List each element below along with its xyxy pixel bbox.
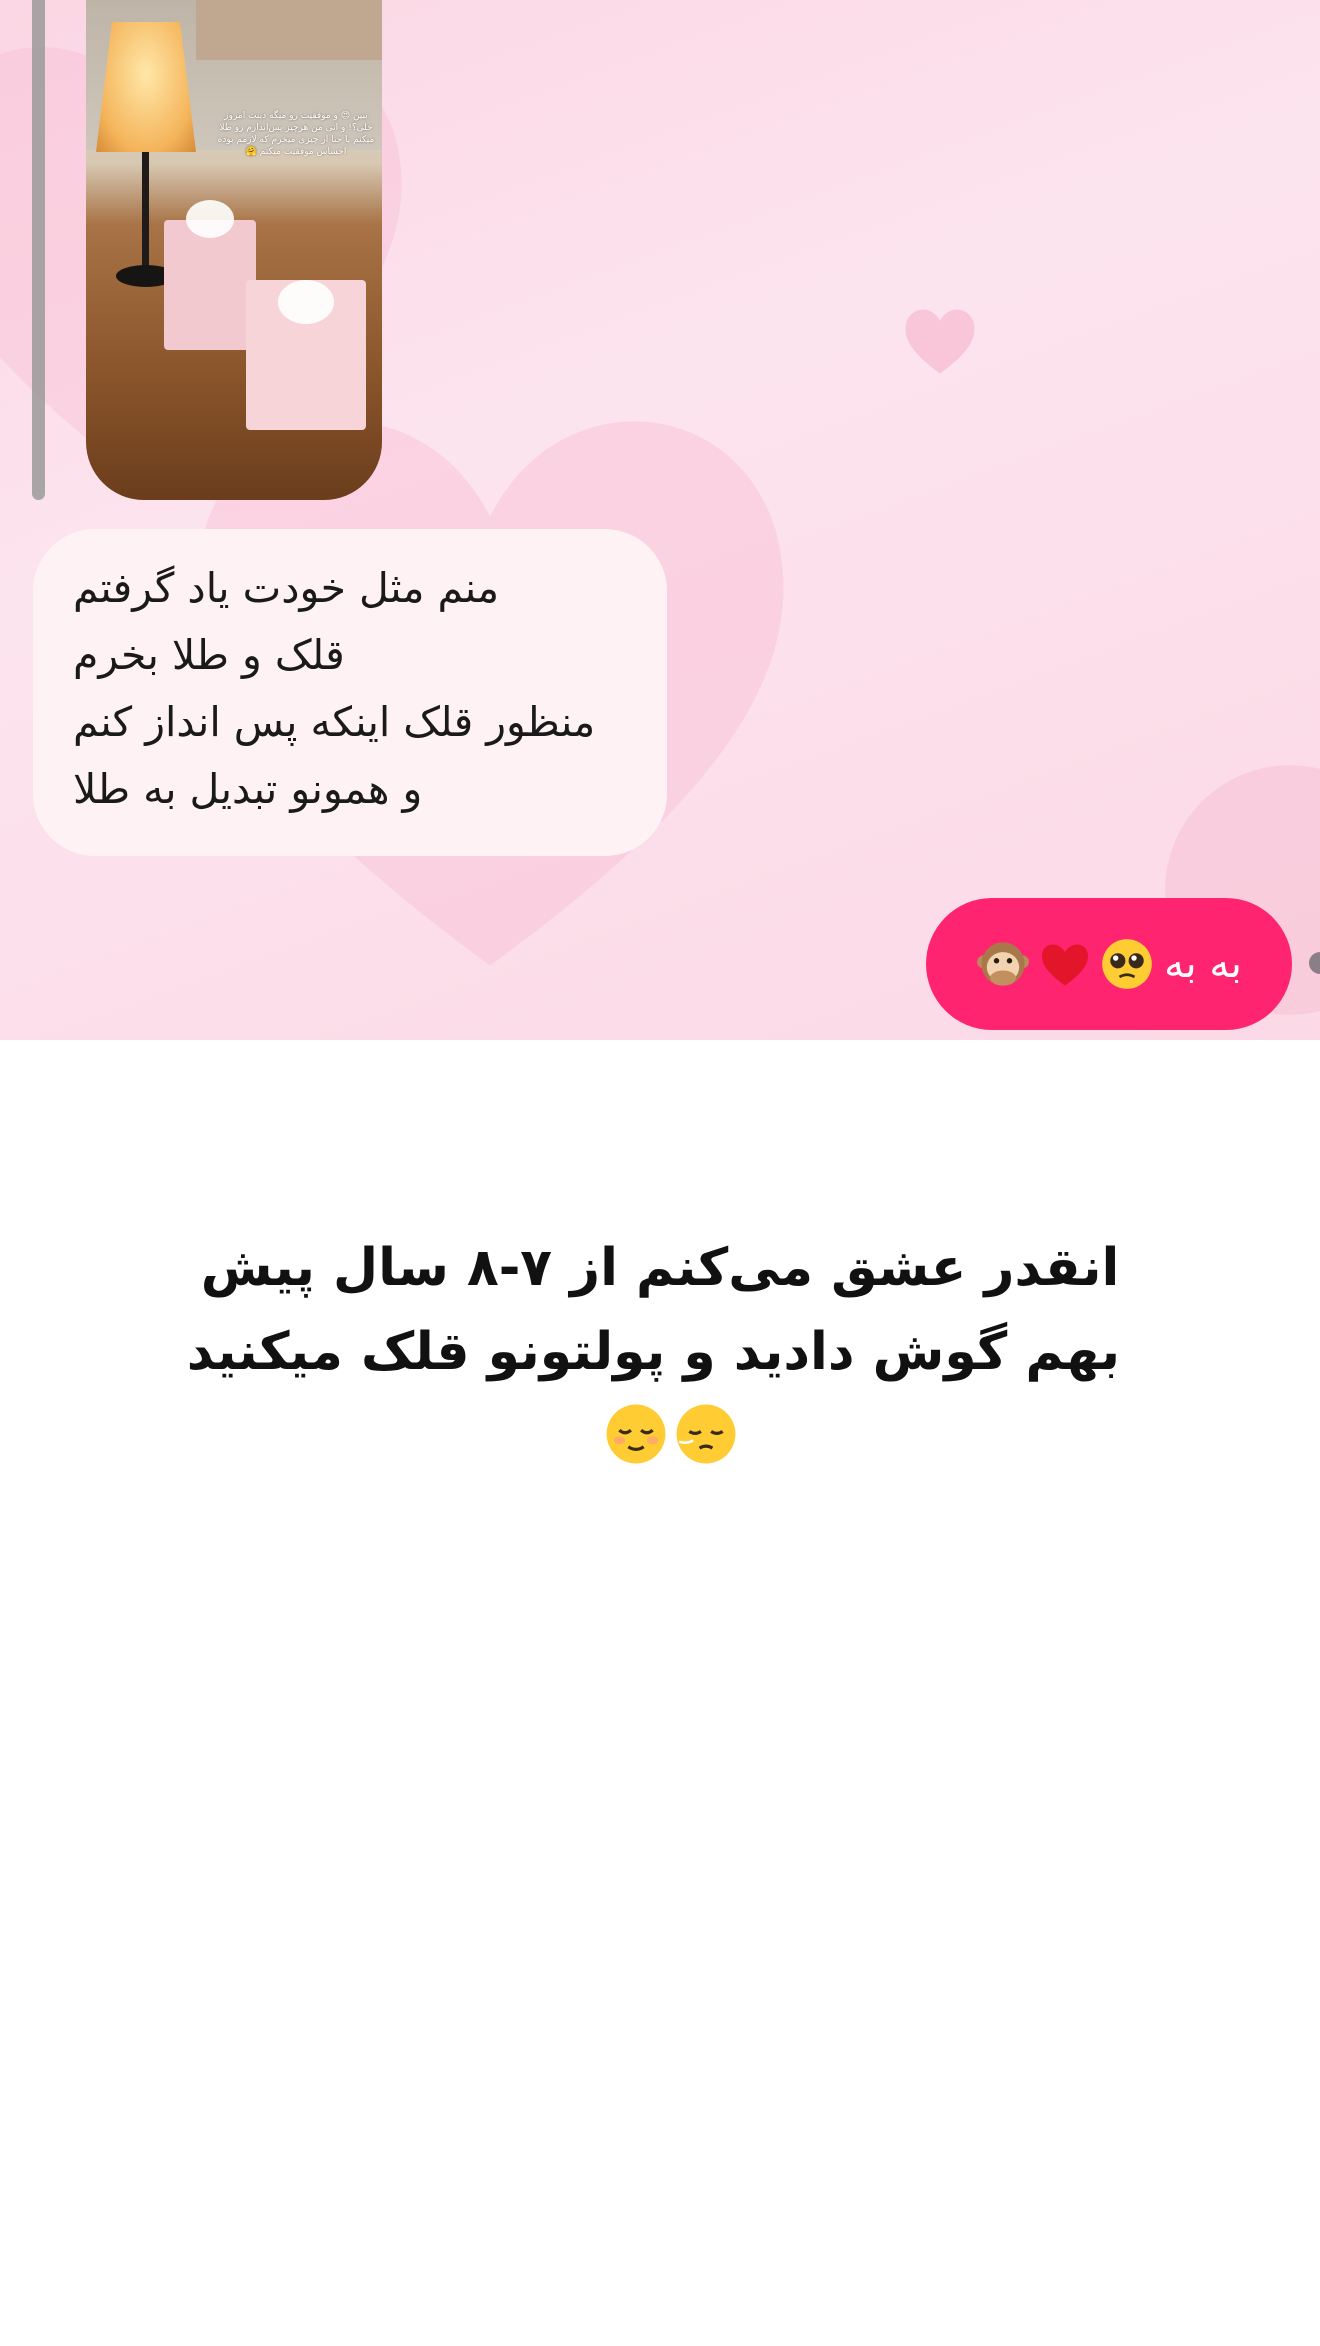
caption-area <box>0 1040 1320 2346</box>
message-line: قلک و طلا بخرم <box>73 631 345 679</box>
pleading-face-emoji <box>1102 939 1152 989</box>
sent-message-text: به به <box>1164 941 1242 987</box>
lamp-icon <box>96 22 196 152</box>
sleepy-face-emoji <box>676 1404 736 1464</box>
received-message-bubble[interactable]: منم مثل خودت یاد گرفتم قلک و طلا بخرم من… <box>33 529 667 856</box>
story-thumbnail[interactable]: ببین 😍 و موفقیت رو میگه دیبت امروز خلی؟!… <box>86 0 382 500</box>
caption-line-2: بهم گوش دادید و پولتونو قلک میکنید <box>186 1322 1120 1382</box>
gift-bag-icon <box>164 220 256 350</box>
story-overlay-text: ببین 😍 و موفقیت رو میگه دیبت امروز خلی؟!… <box>217 111 375 157</box>
message-line: و همونو تبدیل به طلا <box>73 765 423 813</box>
ribbon-icon <box>186 200 234 238</box>
background-heart-small <box>905 309 975 374</box>
story-cabinet <box>196 0 382 60</box>
sent-message-bubble[interactable]: به به <box>926 898 1292 1030</box>
chat-screenshot: ببین 😍 و موفقیت رو میگه دیبت امروز خلی؟!… <box>0 0 1320 1040</box>
caption-emojis <box>596 1402 746 1472</box>
relieved-face-emoji <box>606 1404 666 1464</box>
ribbon-icon <box>278 280 334 324</box>
red-heart-emoji <box>1042 944 1089 986</box>
reply-indicator-bar <box>32 0 45 500</box>
speak-no-evil-monkey-emoji <box>977 942 1029 986</box>
message-line: منم مثل خودت یاد گرفتم <box>73 564 500 612</box>
lamp-pole <box>142 152 149 272</box>
message-line: منظور قلک اینکه پس انداز کنم <box>73 698 596 746</box>
caption-line-1: انقدر عشق می‌کنم از ۷-۸ سال پیش <box>200 1238 1120 1298</box>
